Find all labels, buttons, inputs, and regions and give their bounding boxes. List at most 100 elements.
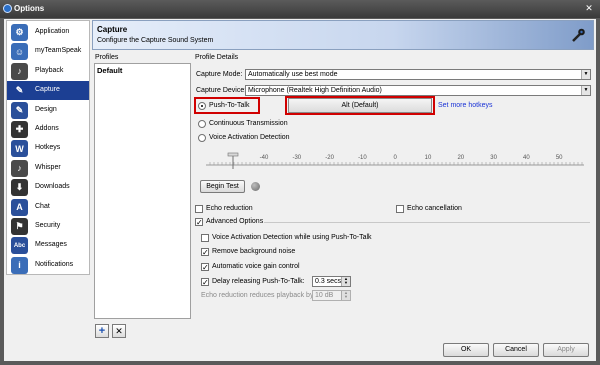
cancel-button[interactable]: Cancel: [493, 343, 539, 357]
slider-handle[interactable]: [227, 152, 239, 169]
sidebar-item-messages[interactable]: Abc Messages: [7, 236, 89, 255]
sidebar-item-downloads[interactable]: ⬇ Downloads: [7, 178, 89, 197]
sidebar-item-playback[interactable]: ♪ Playback: [7, 62, 89, 81]
capture-device-value: Microphone (Realtek High Definition Audi…: [248, 87, 382, 94]
voice-activation-radio[interactable]: [198, 134, 206, 142]
scale-tick-label: -10: [358, 155, 367, 161]
ok-button[interactable]: OK: [443, 343, 489, 357]
voice-activation-slider[interactable]: -40 -30 -20 -10 0 10 20 30 40 50: [198, 149, 590, 175]
vad-while-ptt-checkbox[interactable]: [201, 234, 209, 242]
delay-release-stepper[interactable]: 0.3 secs ▲ ▼: [312, 276, 351, 287]
profile-details-label: Profile Details: [195, 54, 239, 61]
remove-noise-label: Remove background noise: [212, 248, 296, 255]
continuous-transmission-label: Continuous Transmission: [209, 120, 288, 127]
design-icon: ✎: [11, 101, 28, 119]
sidebar-item-label: Application: [35, 28, 70, 35]
hotkey-button[interactable]: Alt (Default): [288, 98, 432, 113]
sidebar-item-capture[interactable]: ✎ Capture: [7, 81, 89, 101]
auto-gain-label: Automatic voice gain control: [212, 263, 300, 270]
vad-while-ptt-label: Voice Activation Detection while using P…: [212, 234, 372, 241]
remove-noise-checkbox[interactable]: ✓: [201, 248, 209, 257]
sidebar-item-label: Hotkeys: [35, 144, 61, 152]
echo-playback-label: Echo reduction reduces playback by:: [201, 292, 316, 299]
sidebar: ⚙ Application ☺ myTeamSpeak ♪ Playback ✎ Captur…: [6, 20, 90, 275]
sidebar-item-addons[interactable]: ✚ Addons: [7, 120, 89, 139]
auto-gain-checkbox[interactable]: ✓: [201, 263, 209, 272]
scale-tick-label: 20: [457, 155, 464, 161]
scale-tick-label: 10: [425, 155, 432, 161]
echo-reduction-checkbox[interactable]: [195, 205, 203, 213]
speaker-icon: ♪: [11, 62, 28, 80]
microphone-icon: ✎: [11, 82, 28, 100]
sidebar-item-hotkeys[interactable]: W Hotkeys: [7, 139, 89, 158]
capture-device-select[interactable]: Microphone (Realtek High Definition Audi…: [245, 85, 591, 96]
sidebar-item-design[interactable]: ✎ Design: [7, 101, 89, 120]
sidebar-item-application[interactable]: ⚙ Application: [7, 23, 89, 42]
notifications-icon: i: [11, 256, 28, 274]
capture-device-label: Capture Device:: [196, 87, 247, 94]
sidebar-item-label: Messages: [35, 241, 67, 249]
advanced-options-checkbox[interactable]: ✓: [195, 218, 203, 227]
sidebar-item-label: myTeamSpeak: [35, 47, 82, 55]
continuous-transmission-radio[interactable]: [198, 120, 206, 128]
echo-playback-value: 10 dB: [315, 292, 334, 299]
sidebar-item-label: Capture: [35, 86, 60, 94]
download-icon: ⬇: [11, 179, 28, 197]
list-item[interactable]: Default: [97, 66, 122, 75]
page-subtitle: Configure the Capture Sound System: [97, 37, 214, 44]
scale-tick-label: 0: [394, 155, 398, 161]
remove-profile-button[interactable]: ✕: [112, 324, 126, 338]
close-icon[interactable]: ✕: [582, 2, 596, 15]
messages-icon: Abc: [11, 237, 28, 255]
stepper-arrows-icon[interactable]: ▲ ▼: [341, 277, 350, 286]
sidebar-item-security[interactable]: ⚑ Security: [7, 217, 89, 236]
chevron-down-icon: ▼: [581, 86, 590, 95]
profiles-list: Default: [94, 63, 191, 319]
sidebar-item-label: Notifications: [35, 260, 74, 268]
begin-test-button[interactable]: Begin Test: [200, 180, 245, 193]
title-bar: Options ✕: [0, 0, 600, 18]
sidebar-item-whisper[interactable]: ♪ Whisper: [7, 159, 89, 178]
delay-release-checkbox[interactable]: ✓: [201, 278, 209, 287]
scale-tick-label: 40: [523, 155, 530, 161]
chevron-down-icon: ▼: [581, 70, 590, 79]
sidebar-item-chat[interactable]: A Chat: [7, 198, 89, 217]
security-icon: ⚑: [11, 218, 28, 235]
push-to-talk-label: Push-To-Talk: [209, 102, 250, 109]
sidebar-item-label: Chat: [35, 202, 50, 210]
capture-mode-select[interactable]: Automatically use best mode ▼: [245, 69, 591, 80]
sidebar-item-myteamspeak[interactable]: ☺ myTeamSpeak: [7, 42, 89, 61]
add-profile-button[interactable]: +: [95, 324, 109, 338]
puzzle-icon: ✚: [11, 121, 28, 138]
test-indicator-icon: [251, 182, 260, 191]
scale-tick-label: -20: [325, 155, 334, 161]
scale-tick-label: -30: [292, 155, 301, 161]
window-title: Options: [14, 4, 45, 13]
sidebar-item-label: Playback: [35, 66, 64, 74]
sidebar-item-label: Addons: [35, 125, 59, 132]
scale-tick-label: -40: [260, 155, 269, 161]
push-to-talk-radio[interactable]: [198, 102, 206, 110]
echo-reduction-label: Echo reduction: [206, 205, 253, 212]
profiles-label: Profiles: [95, 54, 119, 61]
user-icon: ☺: [11, 43, 28, 61]
advanced-options-label: Advanced Options: [206, 218, 264, 225]
app-icon: [3, 4, 12, 13]
application-icon: ⚙: [11, 24, 28, 41]
divider: [264, 222, 590, 223]
sidebar-item-notifications[interactable]: i Notifications: [7, 256, 89, 275]
scale-tick-label: 50: [556, 155, 563, 161]
page-title: Capture: [97, 25, 128, 34]
sidebar-item-label: Whisper: [35, 163, 61, 171]
sidebar-item-label: Design: [35, 105, 57, 113]
hotkeys-icon: W: [11, 140, 28, 158]
capture-mode-label: Capture Mode:: [196, 71, 243, 78]
page-header: Capture Configure the Capture Sound Syst…: [92, 20, 594, 50]
scale-tick-label: 30: [490, 155, 497, 161]
sidebar-item-label: Downloads: [35, 183, 70, 191]
echo-cancellation-checkbox[interactable]: [396, 205, 404, 213]
apply-button[interactable]: Apply: [543, 343, 589, 357]
set-more-hotkeys-link[interactable]: Set more hotkeys: [438, 102, 492, 109]
voice-activation-label: Voice Activation Detection: [209, 134, 290, 141]
delay-release-value: 0.3 secs: [315, 278, 342, 285]
